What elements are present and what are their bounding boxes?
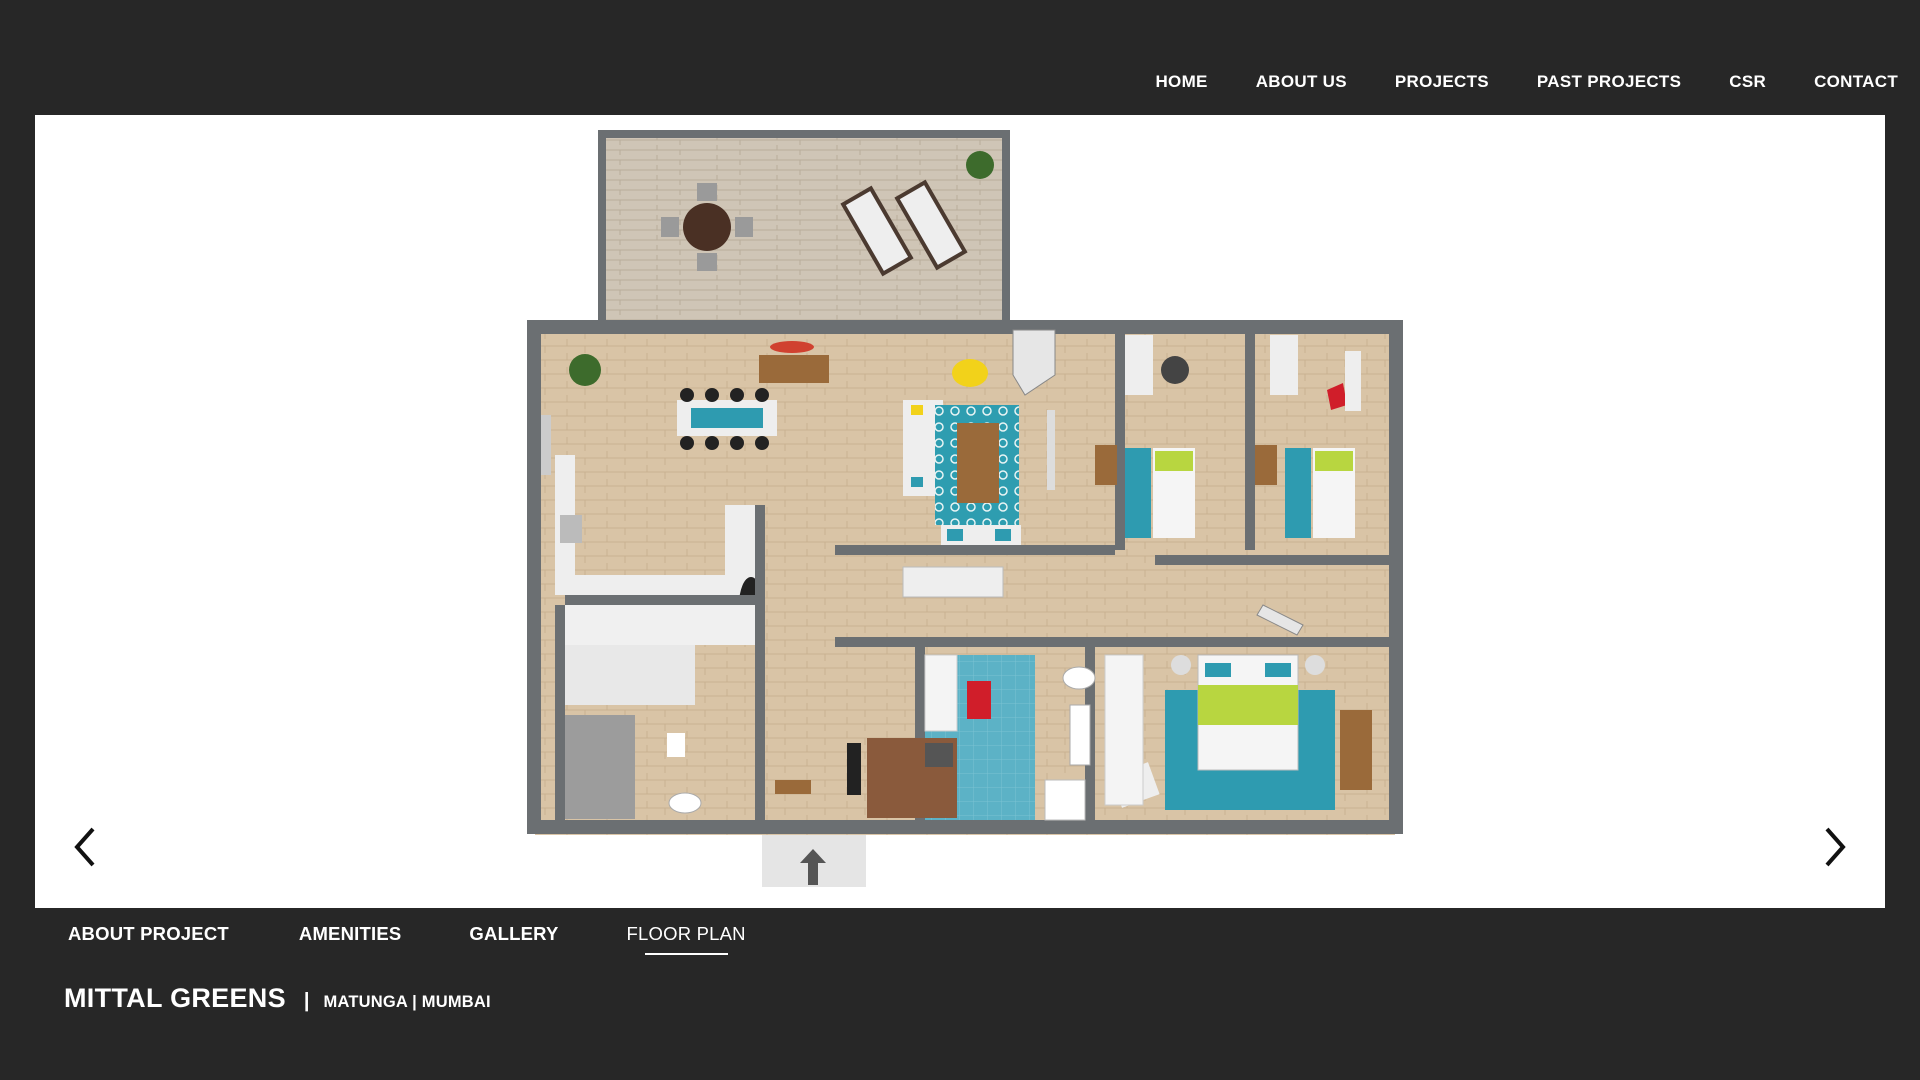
nav-about-us[interactable]: ABOUT US — [1256, 72, 1347, 92]
floor-plan-image — [527, 130, 1403, 887]
tab-floor-plan[interactable]: FLOOR PLAN — [627, 923, 746, 955]
chevron-left-icon — [74, 827, 95, 867]
project-location: MATUNGA | MUMBAI — [323, 993, 491, 1011]
nav-csr[interactable]: CSR — [1729, 72, 1766, 92]
tab-amenities[interactable]: AMENITIES — [299, 923, 402, 955]
title-separator: | — [303, 990, 310, 1012]
prev-slide-button[interactable] — [63, 825, 107, 869]
tab-gallery[interactable]: GALLERY — [469, 923, 558, 955]
project-name: MITTAL GREENS — [64, 983, 286, 1013]
nav-home[interactable]: HOME — [1155, 72, 1207, 92]
main-nav: HOME ABOUT US PROJECTS PAST PROJECTS CSR… — [1155, 72, 1898, 92]
project-tabs: ABOUT PROJECT AMENITIES GALLERY FLOOR PL… — [68, 923, 746, 955]
nav-projects[interactable]: PROJECTS — [1395, 72, 1489, 92]
floor-plan-slider — [35, 115, 1885, 908]
nav-contact[interactable]: CONTACT — [1814, 72, 1898, 92]
nav-past-projects[interactable]: PAST PROJECTS — [1537, 72, 1681, 92]
project-header: MITTAL GREENS | MATUNGA | MUMBAI — [64, 983, 491, 1014]
tab-about-project[interactable]: ABOUT PROJECT — [68, 923, 229, 955]
next-slide-button[interactable] — [1813, 825, 1857, 869]
chevron-right-icon — [1825, 827, 1846, 867]
